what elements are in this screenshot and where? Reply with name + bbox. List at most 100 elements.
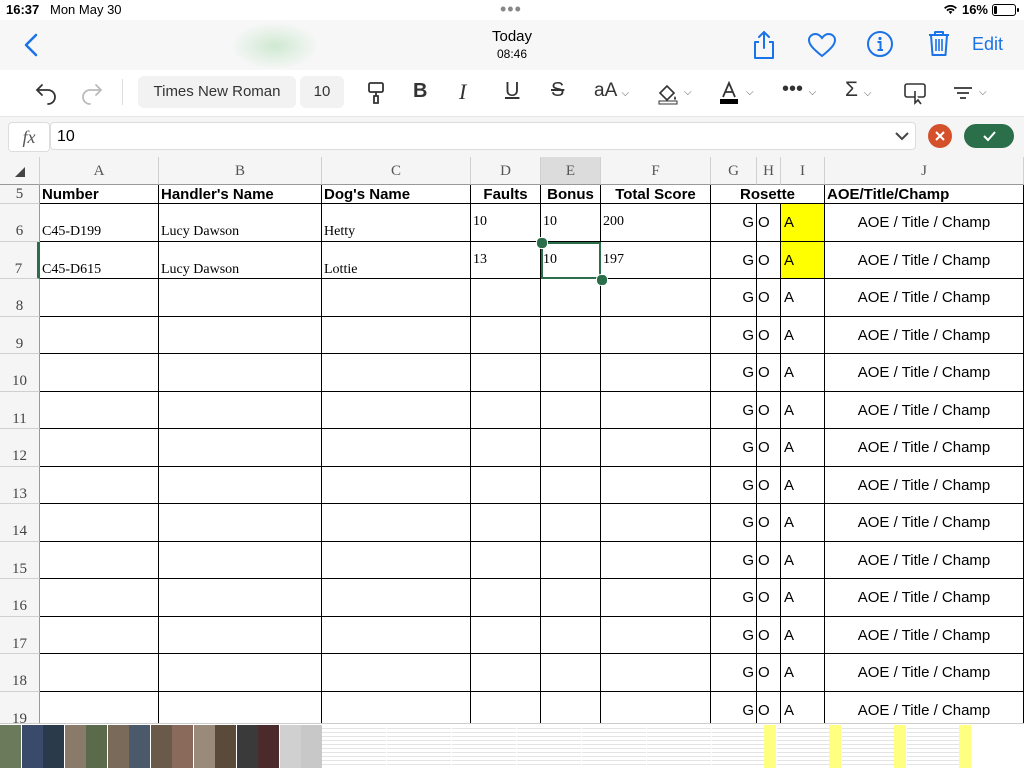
- cell-e16[interactable]: [541, 579, 601, 617]
- cell-h16[interactable]: O: [757, 579, 781, 617]
- cell-c11[interactable]: [322, 391, 471, 429]
- cell-e13[interactable]: [541, 466, 601, 504]
- row-header-17[interactable]: 17: [0, 616, 40, 654]
- cell-b9[interactable]: [159, 316, 322, 354]
- photo-thumbnail[interactable]: [107, 725, 129, 768]
- row-header-18[interactable]: 18: [0, 654, 40, 692]
- photo-thumbnail[interactable]: [64, 725, 86, 768]
- row-header-11[interactable]: 11: [0, 391, 40, 429]
- row-header-7[interactable]: 7: [0, 241, 40, 279]
- cell-f14[interactable]: [601, 504, 711, 542]
- photo-thumbnail[interactable]: [0, 725, 21, 768]
- cell-d10[interactable]: [471, 354, 541, 392]
- cell-j12[interactable]: AOE / Title / Champ: [825, 429, 1024, 467]
- cell-d9[interactable]: [471, 316, 541, 354]
- spreadsheet-thumbnail[interactable]: [907, 725, 971, 768]
- cell-g12[interactable]: G: [711, 429, 757, 467]
- cell-b11[interactable]: [159, 391, 322, 429]
- cell-i18[interactable]: A: [781, 654, 825, 692]
- cell-g11[interactable]: G: [711, 391, 757, 429]
- spreadsheet-thumbnail[interactable]: [517, 725, 581, 768]
- photo-thumbnail[interactable]: [21, 725, 43, 768]
- cell-e18[interactable]: [541, 654, 601, 692]
- header-cell-dog[interactable]: Dog's Name: [322, 185, 471, 204]
- cell-h15[interactable]: O: [757, 541, 781, 579]
- select-all-corner[interactable]: [0, 157, 40, 185]
- row-header-5[interactable]: 5: [0, 185, 40, 204]
- cell-b16[interactable]: [159, 579, 322, 617]
- cell-h14[interactable]: O: [757, 504, 781, 542]
- column-header-a[interactable]: A: [40, 157, 159, 185]
- photo-thumbnail[interactable]: [301, 725, 322, 768]
- cell-a7[interactable]: C45-D615: [40, 241, 159, 279]
- header-cell-number[interactable]: Number: [40, 185, 159, 204]
- cell-c17[interactable]: [322, 616, 471, 654]
- cell-f17[interactable]: [601, 616, 711, 654]
- cell-c10[interactable]: [322, 354, 471, 392]
- cell-d14[interactable]: [471, 504, 541, 542]
- cell-b17[interactable]: [159, 616, 322, 654]
- cell-i7[interactable]: A: [781, 241, 825, 279]
- cell-i6[interactable]: A: [781, 204, 825, 242]
- cell-j14[interactable]: AOE / Title / Champ: [825, 504, 1024, 542]
- cell-f6[interactable]: 200: [601, 204, 711, 242]
- cell-a13[interactable]: [40, 466, 159, 504]
- cell-g7[interactable]: G: [711, 241, 757, 279]
- row-header-15[interactable]: 15: [0, 541, 40, 579]
- cell-i9[interactable]: A: [781, 316, 825, 354]
- photo-thumbnail[interactable]: [172, 725, 193, 768]
- header-cell-handler[interactable]: Handler's Name: [159, 185, 322, 204]
- cell-c16[interactable]: [322, 579, 471, 617]
- column-header-h[interactable]: H: [757, 157, 781, 185]
- cell-i15[interactable]: A: [781, 541, 825, 579]
- spreadsheet-thumbnail[interactable]: [842, 725, 906, 768]
- cell-e10[interactable]: [541, 354, 601, 392]
- cell-g9[interactable]: G: [711, 316, 757, 354]
- cell-g6[interactable]: G: [711, 204, 757, 242]
- cell-b7[interactable]: Lucy Dawson: [159, 241, 322, 279]
- cell-d18[interactable]: [471, 654, 541, 692]
- cell-c14[interactable]: [322, 504, 471, 542]
- column-header-c[interactable]: C: [322, 157, 471, 185]
- cell-d12[interactable]: [471, 429, 541, 467]
- cell-j18[interactable]: AOE / Title / Champ: [825, 654, 1024, 692]
- cell-h6[interactable]: O: [757, 204, 781, 242]
- cell-j7[interactable]: AOE / Title / Champ: [825, 241, 1024, 279]
- spreadsheet-thumbnail[interactable]: [387, 725, 451, 768]
- header-cell-aoe[interactable]: AOE/Title/Champ: [825, 185, 1024, 204]
- cell-g16[interactable]: G: [711, 579, 757, 617]
- cell-d16[interactable]: [471, 579, 541, 617]
- cell-a9[interactable]: [40, 316, 159, 354]
- cell-j16[interactable]: AOE / Title / Champ: [825, 579, 1024, 617]
- row-header-14[interactable]: 14: [0, 504, 40, 542]
- cell-g17[interactable]: G: [711, 616, 757, 654]
- photo-thumbnail[interactable]: [215, 725, 236, 768]
- cell-e12[interactable]: [541, 429, 601, 467]
- cell-h10[interactable]: O: [757, 354, 781, 392]
- column-header-g[interactable]: G: [711, 157, 757, 185]
- cell-f11[interactable]: [601, 391, 711, 429]
- cell-b13[interactable]: [159, 466, 322, 504]
- row-header-6[interactable]: 6: [0, 204, 40, 242]
- cell-g15[interactable]: G: [711, 541, 757, 579]
- thumbnail-strip[interactable]: [0, 723, 1024, 769]
- photo-thumbnail[interactable]: [236, 725, 258, 768]
- cell-j6[interactable]: AOE / Title / Champ: [825, 204, 1024, 242]
- cell-d15[interactable]: [471, 541, 541, 579]
- cell-e11[interactable]: [541, 391, 601, 429]
- cell-b12[interactable]: [159, 429, 322, 467]
- cell-c6[interactable]: Hetty: [322, 204, 471, 242]
- cell-b6[interactable]: Lucy Dawson: [159, 204, 322, 242]
- cell-h17[interactable]: O: [757, 616, 781, 654]
- cell-g10[interactable]: G: [711, 354, 757, 392]
- cell-c13[interactable]: [322, 466, 471, 504]
- cell-d11[interactable]: [471, 391, 541, 429]
- row-header-16[interactable]: 16: [0, 579, 40, 617]
- cell-i12[interactable]: A: [781, 429, 825, 467]
- photo-thumbnail[interactable]: [150, 725, 172, 768]
- header-cell-total[interactable]: Total Score: [601, 185, 711, 204]
- cell-a11[interactable]: [40, 391, 159, 429]
- cell-e15[interactable]: [541, 541, 601, 579]
- cell-c12[interactable]: [322, 429, 471, 467]
- cell-j17[interactable]: AOE / Title / Champ: [825, 616, 1024, 654]
